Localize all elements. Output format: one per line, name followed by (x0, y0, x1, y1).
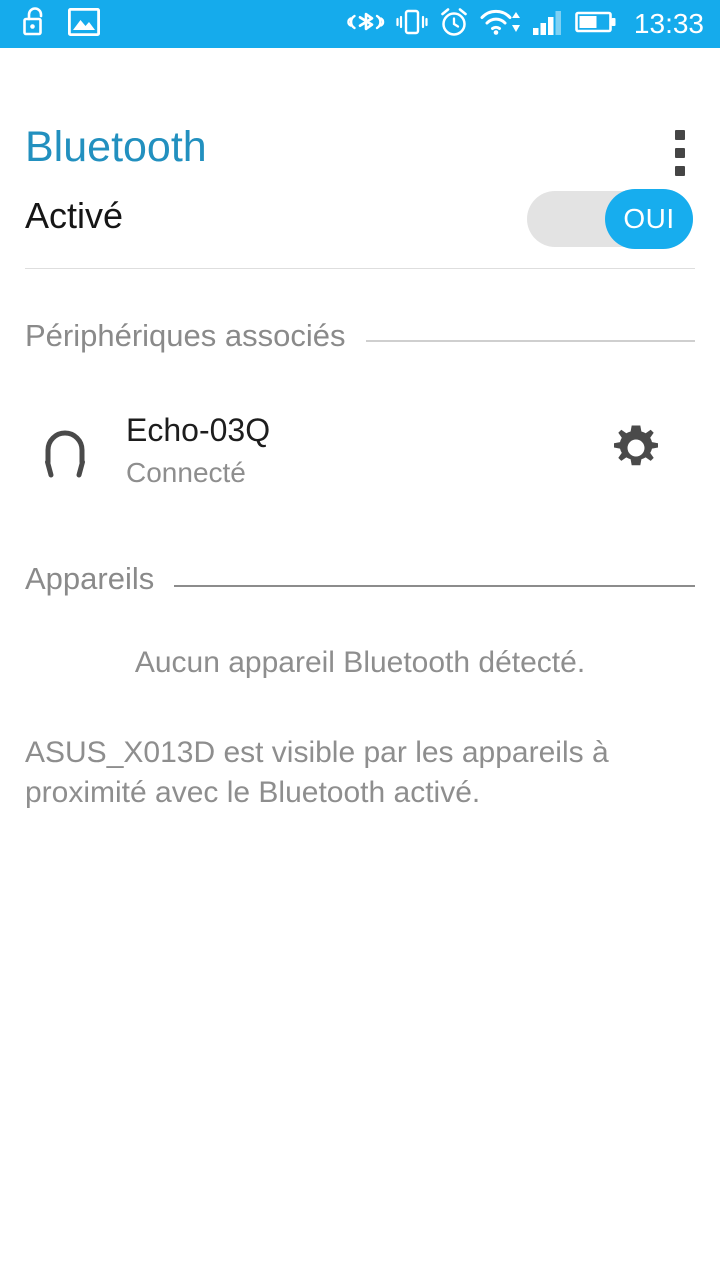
page-title: Bluetooth (25, 123, 207, 171)
image-icon (67, 7, 101, 41)
status-bar: 13:33 (0, 0, 720, 48)
alarm-icon (438, 6, 470, 43)
device-settings-button[interactable] (606, 416, 666, 480)
switch-state-label: OUI (623, 203, 675, 234)
bluetooth-settings-screen: 13:33 Bluetooth Activé OUI Périphériques… (0, 0, 720, 1280)
status-bar-left-icons (0, 6, 101, 43)
paired-device-row[interactable]: Echo-03Q Connecté (0, 388, 720, 508)
overflow-dot-icon (675, 130, 685, 140)
battery-icon (575, 6, 619, 43)
vibrate-icon (395, 6, 429, 43)
headphones-icon (30, 416, 100, 486)
section-rule (174, 585, 695, 587)
switch-thumb: OUI (605, 189, 693, 249)
paired-device-status: Connecté (126, 457, 246, 488)
bluetooth-toggle-row[interactable]: Activé OUI (0, 170, 720, 268)
bluetooth-toggle-switch[interactable]: OUI (527, 189, 693, 249)
unlocked-padlock-icon (22, 6, 48, 43)
overflow-dot-icon (675, 148, 685, 158)
wifi-icon (479, 6, 523, 43)
app-bar: Bluetooth (0, 48, 720, 176)
signal-bars-icon (532, 6, 566, 43)
paired-device-text: Echo-03Q Connecté (126, 410, 270, 491)
section-header-paired-devices: Périphériques associés (25, 320, 695, 351)
gear-icon (614, 425, 658, 466)
visibility-note: ASUS_X013D est visible par les appareils… (25, 736, 609, 809)
status-bar-right-icons: 13:33 (346, 6, 720, 43)
no-devices-message: Aucun appareil Bluetooth détecté. (134, 646, 586, 679)
section-title-available-devices: Appareils (25, 561, 155, 596)
section-header-available-devices: Appareils (25, 563, 695, 594)
bluetooth-icon (346, 6, 386, 43)
bluetooth-toggle-label: Activé (25, 195, 124, 236)
status-bar-clock: 13:33 (633, 8, 704, 39)
toggle-row-divider (25, 268, 695, 269)
paired-device-name: Echo-03Q (126, 412, 271, 448)
section-title-paired-devices: Périphériques associés (25, 318, 346, 353)
section-rule (365, 340, 695, 342)
